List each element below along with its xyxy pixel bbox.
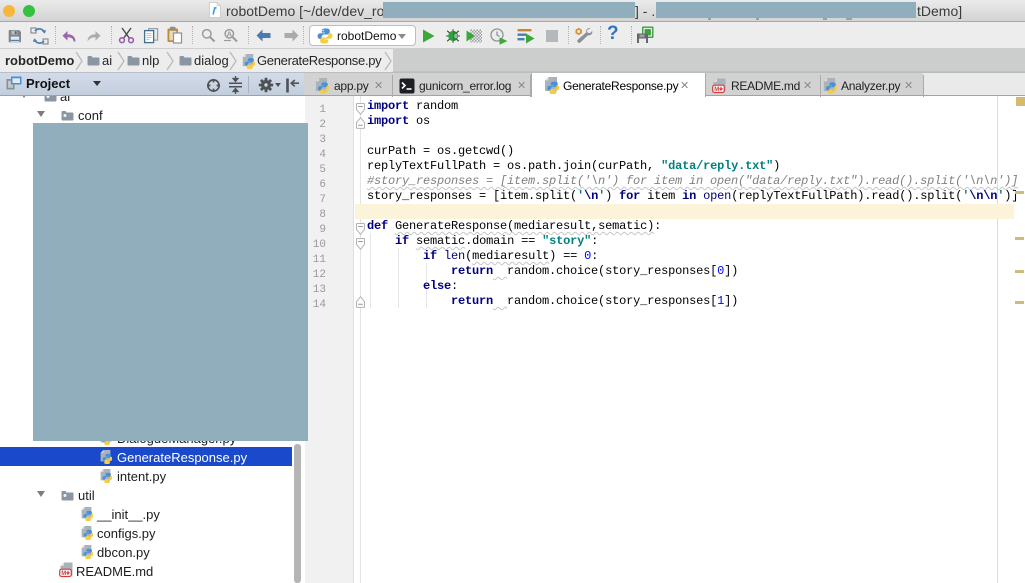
svg-text:A: A <box>227 30 233 39</box>
svg-text:M: M <box>714 87 719 93</box>
svg-text:M: M <box>61 571 66 577</box>
